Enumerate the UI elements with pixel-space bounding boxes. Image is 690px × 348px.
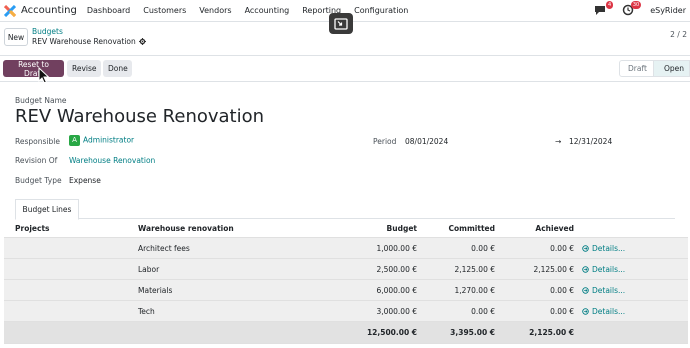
- table-row[interactable]: Materials 6,000.00 € 1,270.00 € 0.00 € D…: [4, 280, 688, 301]
- arrow-circle-icon: [582, 244, 589, 252]
- column-achieved[interactable]: Achieved: [535, 220, 574, 237]
- messages-badge: 4: [606, 1, 614, 9]
- committed-cell: 2,125.00 €: [454, 264, 495, 274]
- column-warehouse-renovation[interactable]: Warehouse renovation: [138, 220, 234, 237]
- budget-type-field[interactable]: Expense: [69, 176, 101, 185]
- table-header: Projects Warehouse renovation Budget Com…: [4, 220, 688, 238]
- total-achieved: 2,125.00 €: [529, 328, 574, 337]
- column-committed[interactable]: Committed: [449, 220, 495, 237]
- details-label: Details...: [592, 264, 626, 274]
- pager-value[interactable]: 2 / 2: [670, 30, 687, 39]
- budget-name-field[interactable]: REV Warehouse Renovation: [15, 106, 264, 127]
- period-label: Period: [373, 137, 397, 146]
- column-projects[interactable]: Projects: [15, 220, 50, 237]
- reset-to-draft-button[interactable]: Reset to Draft: [3, 60, 64, 78]
- total-budget: 12,500.00 €: [366, 328, 417, 337]
- messages-button[interactable]: 4: [594, 1, 614, 16]
- revision-of-label: Revision Of: [15, 156, 58, 165]
- details-label: Details...: [592, 243, 626, 253]
- responsible-value: Administrator: [83, 135, 135, 145]
- breadcrumb-budgets[interactable]: Budgets: [32, 27, 63, 36]
- stage-open[interactable]: Open: [654, 60, 690, 77]
- menu-dashboard[interactable]: Dashboard: [87, 6, 130, 15]
- revision-of-field[interactable]: Warehouse Renovation: [69, 156, 155, 165]
- achieved-cell: 0.00 €: [550, 285, 574, 295]
- details-link[interactable]: Details...: [582, 238, 625, 258]
- accounting-logo-icon[interactable]: [4, 4, 16, 17]
- form-sheet: Budget Name REV Warehouse Renovation Res…: [0, 82, 690, 348]
- minimize-window-icon: [334, 17, 348, 30]
- menu-configuration[interactable]: Configuration: [354, 6, 408, 15]
- details-label: Details...: [592, 306, 626, 316]
- arrow-circle-icon: [582, 307, 589, 315]
- breadcrumb-current-label: REV Warehouse Renovation: [32, 37, 136, 46]
- line-name-cell: Materials: [138, 285, 173, 295]
- column-budget[interactable]: Budget: [387, 220, 417, 237]
- arrow-circle-icon: [582, 286, 589, 294]
- table-row[interactable]: Tech 3,000.00 € 0.00 € 0.00 € Details...: [4, 301, 688, 322]
- revise-button[interactable]: Revise: [67, 60, 101, 77]
- budget-cell: 3,000.00 €: [376, 306, 417, 316]
- arrow-circle-icon: [582, 265, 589, 273]
- table-row[interactable]: Architect fees 1,000.00 € 0.00 € 0.00 € …: [4, 238, 688, 259]
- line-name-cell: Architect fees: [138, 243, 190, 253]
- menu-customers[interactable]: Customers: [143, 6, 186, 15]
- budget-lines-table: Projects Warehouse renovation Budget Com…: [4, 220, 688, 344]
- details-link[interactable]: Details...: [582, 280, 625, 300]
- period-end-field[interactable]: 12/31/2024: [569, 137, 612, 146]
- avatar: A: [69, 135, 80, 146]
- budget-name-label: Budget Name: [15, 96, 67, 105]
- table-totals-row: 12,500.00 € 3,395.00 € 2,125.00 €: [4, 322, 688, 344]
- details-label: Details...: [592, 285, 626, 295]
- new-button[interactable]: New: [4, 28, 28, 46]
- stage-draft[interactable]: Draft: [619, 60, 654, 77]
- screen-share-overlay[interactable]: [329, 13, 353, 34]
- line-name-cell: Tech: [138, 306, 155, 316]
- main-menu: Dashboard Customers Vendors Accounting R…: [87, 6, 422, 15]
- period-arrow-icon: →: [555, 137, 562, 146]
- table-row[interactable]: Labor 2,500.00 € 2,125.00 € 2,125.00 € D…: [4, 259, 688, 280]
- chat-icon: [595, 6, 606, 15]
- tab-budget-lines[interactable]: Budget Lines: [15, 199, 79, 220]
- menu-accounting[interactable]: Accounting: [245, 6, 290, 15]
- activities-badge: 30: [630, 1, 642, 9]
- user-menu[interactable]: eSyRider: [650, 6, 686, 15]
- status-bar: Reset to Draft Revise Done Draft Open: [0, 56, 690, 82]
- committed-cell: 1,270.00 €: [454, 285, 495, 295]
- budget-cell: 1,000.00 €: [376, 243, 417, 253]
- committed-cell: 0.00 €: [471, 306, 495, 316]
- line-name-cell: Labor: [138, 264, 160, 274]
- achieved-cell: 0.00 €: [550, 306, 574, 316]
- achieved-cell: 0.00 €: [550, 243, 574, 253]
- stage-selector: Draft Open: [619, 60, 690, 77]
- budget-type-label: Budget Type: [15, 176, 62, 185]
- menu-vendors[interactable]: Vendors: [199, 6, 231, 15]
- period-start-field[interactable]: 08/01/2024: [405, 137, 448, 146]
- breadcrumb-current: REV Warehouse Renovation: [32, 37, 146, 46]
- app-name[interactable]: Accounting: [21, 5, 77, 16]
- budget-cell: 6,000.00 €: [376, 285, 417, 295]
- notebook-tabs: Budget Lines: [15, 199, 675, 220]
- details-link[interactable]: Details...: [582, 301, 625, 321]
- responsible-label: Responsible: [15, 137, 60, 146]
- activities-button[interactable]: 30: [622, 1, 642, 16]
- done-button[interactable]: Done: [103, 60, 132, 77]
- total-committed: 3,395.00 €: [450, 328, 495, 337]
- gear-icon[interactable]: [138, 38, 146, 45]
- details-link[interactable]: Details...: [582, 259, 625, 279]
- committed-cell: 0.00 €: [471, 243, 495, 253]
- achieved-cell: 2,125.00 €: [533, 264, 574, 274]
- budget-cell: 2,500.00 €: [376, 264, 417, 274]
- responsible-field[interactable]: A Administrator: [69, 135, 134, 146]
